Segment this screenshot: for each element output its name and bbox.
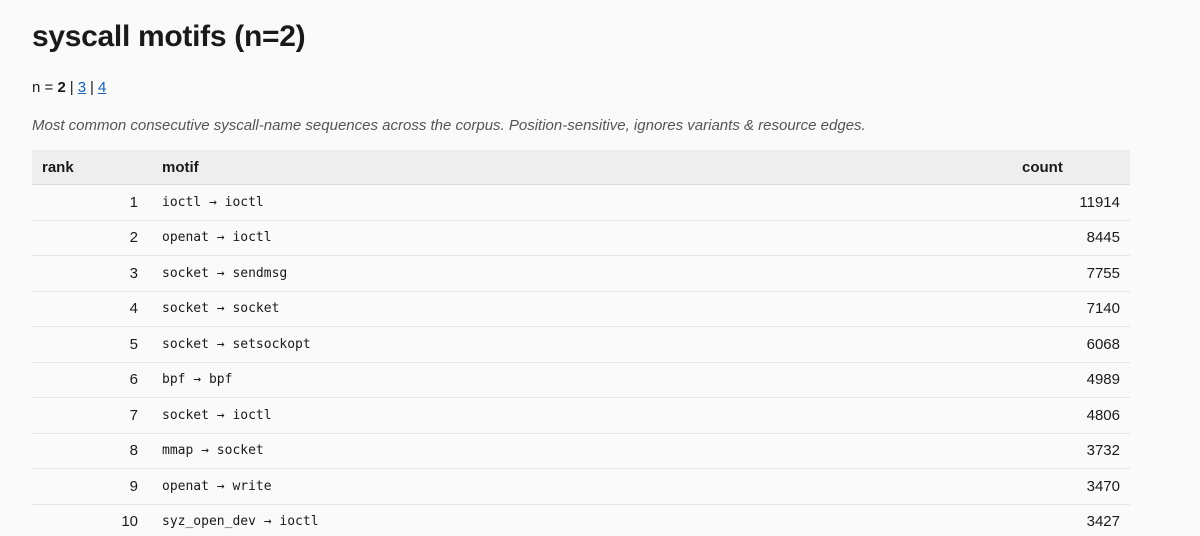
table-row: 3 socket → sendmsg 7755 bbox=[32, 255, 1130, 292]
table-row: 4 socket → socket 7140 bbox=[32, 291, 1130, 327]
n-selector-prefix: n = bbox=[32, 79, 58, 96]
table-row: 6 bpf → bpf 4989 bbox=[32, 362, 1130, 398]
rank-cell: 7 bbox=[32, 397, 150, 434]
motif-cell: bpf → bpf bbox=[150, 362, 1022, 398]
motif-cell: mmap → socket bbox=[150, 433, 1022, 469]
table-row: 1 ioctl → ioctl 11914 bbox=[32, 184, 1130, 221]
motif-cell: openat → write bbox=[150, 468, 1022, 505]
n-current: 2 bbox=[57, 79, 66, 96]
count-cell: 4989 bbox=[1022, 362, 1130, 398]
n-link-3[interactable]: 3 bbox=[78, 79, 86, 96]
count-cell: 3427 bbox=[1022, 504, 1130, 536]
column-header-count[interactable]: count bbox=[1022, 150, 1130, 185]
motif-cell: socket → setsockopt bbox=[150, 326, 1022, 363]
table-row: 7 socket → ioctl 4806 bbox=[32, 397, 1130, 434]
rank-cell: 8 bbox=[32, 433, 150, 469]
rank-cell: 5 bbox=[32, 326, 150, 363]
n-link-4[interactable]: 4 bbox=[98, 79, 106, 96]
count-cell: 3470 bbox=[1022, 468, 1130, 505]
motif-cell: ioctl → ioctl bbox=[150, 184, 1022, 221]
rank-cell: 1 bbox=[32, 184, 150, 221]
nav-separator: | bbox=[90, 79, 94, 96]
rank-cell: 3 bbox=[32, 255, 150, 292]
table-body: 1 ioctl → ioctl 11914 2 openat → ioctl 8… bbox=[32, 184, 1130, 536]
table-row: 9 openat → write 3470 bbox=[32, 468, 1130, 505]
rank-cell: 10 bbox=[32, 504, 150, 536]
count-cell: 4806 bbox=[1022, 397, 1130, 434]
motif-cell: openat → ioctl bbox=[150, 220, 1022, 256]
count-cell: 3732 bbox=[1022, 433, 1130, 469]
column-header-rank[interactable]: rank bbox=[32, 150, 150, 185]
count-cell: 6068 bbox=[1022, 326, 1130, 363]
motif-cell: socket → socket bbox=[150, 291, 1022, 327]
rank-cell: 6 bbox=[32, 362, 150, 398]
table-row: 8 mmap → socket 3732 bbox=[32, 433, 1130, 469]
page: syscall motifs (n=2) n = 2 | 3 | 4 Most comm… bbox=[0, 0, 1130, 536]
page-title: syscall motifs (n=2) bbox=[32, 20, 306, 53]
count-cell: 11914 bbox=[1022, 184, 1130, 221]
count-cell: 8445 bbox=[1022, 220, 1130, 256]
table-header-row: rank motif count bbox=[32, 150, 1130, 185]
motif-cell: syz_open_dev → ioctl bbox=[150, 504, 1022, 536]
nav-separator: | bbox=[69, 79, 74, 96]
table-row: 2 openat → ioctl 8445 bbox=[32, 220, 1130, 256]
motif-cell: socket → sendmsg bbox=[150, 255, 1022, 292]
rank-cell: 4 bbox=[32, 291, 150, 327]
column-header-motif[interactable]: motif bbox=[150, 150, 1022, 185]
table-row: 10 syz_open_dev → ioctl 3427 bbox=[32, 504, 1130, 536]
motif-cell: socket → ioctl bbox=[150, 397, 1022, 434]
page-description: Most common consecutive syscall-name seq… bbox=[32, 117, 866, 134]
n-selector: n = 2 | 3 | 4 bbox=[32, 78, 1130, 98]
rank-cell: 2 bbox=[32, 220, 150, 256]
rank-cell: 9 bbox=[32, 468, 150, 505]
table-row: 5 socket → setsockopt 6068 bbox=[32, 326, 1130, 363]
count-cell: 7140 bbox=[1022, 291, 1130, 327]
motif-table: rank motif count 1 ioctl → ioctl 11914 2… bbox=[32, 150, 1130, 536]
table-header: rank motif count bbox=[32, 150, 1130, 185]
count-cell: 7755 bbox=[1022, 255, 1130, 292]
